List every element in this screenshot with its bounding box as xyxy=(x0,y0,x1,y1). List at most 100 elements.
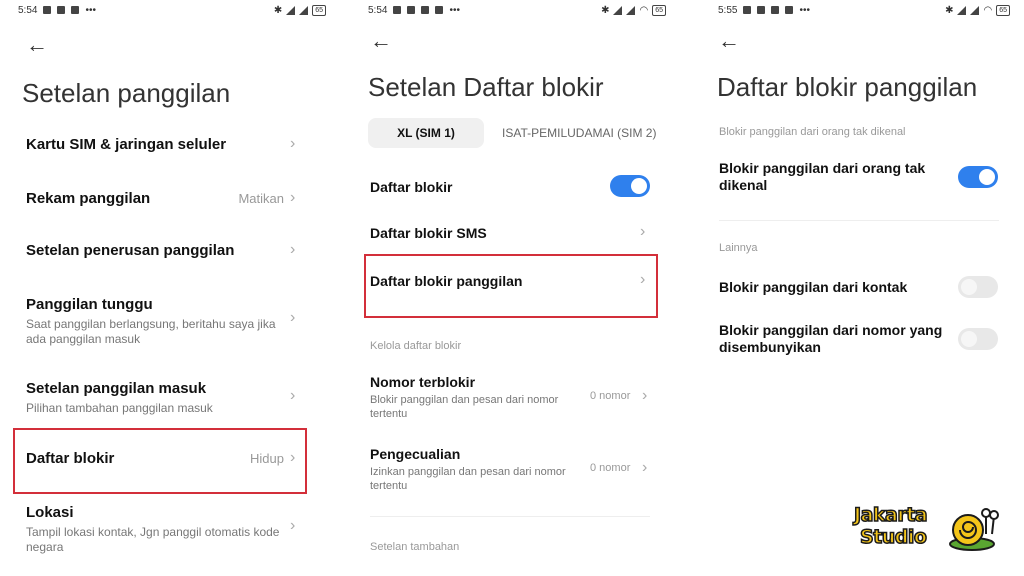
row-incoming-call-settings[interactable]: Setelan panggilan masuk Pilihan tambahan… xyxy=(0,372,340,422)
row-title: Panggilan tunggu xyxy=(26,296,153,313)
logo-text-line1: Jakarta xyxy=(853,503,928,527)
status-time: 5:55 xyxy=(718,4,738,16)
tab-sim-2[interactable]: ISAT-PEMILUDAMAI (SIM 2) xyxy=(502,118,656,148)
row-block-hidden[interactable]: Blokir panggilan dari nomor yang disembu… xyxy=(700,318,1024,362)
panel-call-block-list: 5:55 ••• ✱ ◠ 65 ← Daftar blokir panggila… xyxy=(700,0,1024,576)
row-title: Daftar blokir xyxy=(370,179,453,195)
row-value: 0 nomor xyxy=(590,390,631,402)
row-block-list[interactable]: Daftar blokir Hidup › xyxy=(0,438,340,480)
back-arrow-icon[interactable]: ← xyxy=(718,30,740,52)
row-subtitle: Saat panggilan berlangsung, beritahu say… xyxy=(26,317,276,346)
more-icon: ••• xyxy=(799,4,810,16)
snail-icon xyxy=(949,508,999,551)
status-time: 5:54 xyxy=(368,4,388,16)
row-title: Daftar blokir SMS xyxy=(370,225,487,241)
section-other-label: Lainnya xyxy=(719,242,758,254)
block-hidden-toggle[interactable] xyxy=(958,328,998,350)
row-subtitle: Blokir panggilan dan pesan dari nomor te… xyxy=(370,394,559,420)
notification-icon xyxy=(757,6,766,14)
row-call-waiting[interactable]: Panggilan tunggu Saat panggilan berlangs… xyxy=(0,286,340,350)
panel-call-settings: 5:54 ••• ✱ 65 ← Setelan panggilan Kartu … xyxy=(0,0,340,576)
battery-icon: 65 xyxy=(996,4,1010,16)
back-arrow-icon[interactable]: ← xyxy=(370,30,392,52)
row-sms-block-list[interactable]: Daftar blokir SMS › xyxy=(350,214,680,254)
page-title: Daftar blokir panggilan xyxy=(717,72,978,102)
block-unknown-toggle[interactable] xyxy=(958,166,998,188)
status-bar: 5:55 ••• ✱ ◠ 65 xyxy=(718,2,1010,18)
jakarta-studio-logo: Jakarta Studio xyxy=(852,500,1002,556)
tab-sim-1[interactable]: XL (SIM 1) xyxy=(368,118,484,148)
signal-icon xyxy=(299,5,309,15)
notification-icon xyxy=(407,6,416,14)
row-subtitle: Pilihan tambahan panggilan masuk xyxy=(26,401,213,415)
divider xyxy=(370,516,650,517)
section-extra-label: Setelan tambahan xyxy=(370,541,460,553)
row-title: Daftar blokir panggilan xyxy=(370,273,523,289)
signal-icon xyxy=(970,5,980,15)
notification-icon xyxy=(785,6,794,14)
bluetooth-icon: ✱ xyxy=(601,4,610,16)
wifi-icon: ◠ xyxy=(983,4,993,16)
row-subtitle: Tampil lokasi kontak, Jgn panggil otomat… xyxy=(26,525,280,554)
notification-icon xyxy=(771,6,780,14)
row-title: Lokasi xyxy=(26,504,74,521)
chevron-right-icon: › xyxy=(642,387,648,404)
alarm-off-icon xyxy=(393,6,402,14)
signal-icon xyxy=(626,5,636,15)
row-title: Pengecualian xyxy=(370,446,461,462)
row-exceptions[interactable]: Pengecualian Izinkan panggilan dan pesan… xyxy=(350,440,680,500)
row-block-list-toggle[interactable]: Daftar blokir xyxy=(350,168,680,208)
logo-text-line2: Studio xyxy=(859,525,927,549)
page-title: Setelan Daftar blokir xyxy=(368,72,604,102)
chevron-right-icon: › xyxy=(640,271,646,288)
row-call-block-list[interactable]: Daftar blokir panggilan › xyxy=(350,262,680,302)
chevron-right-icon: › xyxy=(290,135,296,152)
row-title: Setelan penerusan panggilan xyxy=(26,242,235,259)
chevron-right-icon: › xyxy=(642,459,648,476)
status-time: 5:54 xyxy=(18,4,38,16)
row-call-forwarding[interactable]: Setelan penerusan panggilan › xyxy=(0,232,340,272)
divider xyxy=(719,220,999,221)
section-manage-label: Kelola daftar blokir xyxy=(370,340,462,352)
notification-icon xyxy=(435,6,444,14)
row-block-unknown[interactable]: Blokir panggilan dari orang tak dikenal xyxy=(700,156,1024,202)
row-blocked-numbers[interactable]: Nomor terblokir Blokir panggilan dan pes… xyxy=(350,368,680,428)
status-bar: 5:54 ••• ✱ ◠ 65 xyxy=(368,2,666,18)
chevron-right-icon: › xyxy=(290,241,296,258)
notification-icon xyxy=(71,6,80,14)
alarm-off-icon xyxy=(743,6,752,14)
panel-block-list-settings: 5:54 ••• ✱ ◠ 65 ← Setelan Daftar blokir … xyxy=(350,0,680,576)
back-arrow-icon[interactable]: ← xyxy=(26,34,48,56)
signal-icon xyxy=(286,5,296,15)
bluetooth-icon: ✱ xyxy=(945,4,954,16)
row-title: Blokir panggilan dari orang tak dikenal xyxy=(719,160,926,193)
row-title: Daftar blokir xyxy=(26,450,115,467)
section-unknown-label: Blokir panggilan dari orang tak dikenal xyxy=(719,126,906,138)
wifi-icon: ◠ xyxy=(639,4,649,16)
signal-icon xyxy=(957,5,967,15)
row-location[interactable]: Lokasi Tampil lokasi kontak, Jgn panggil… xyxy=(0,496,340,560)
bluetooth-icon: ✱ xyxy=(273,4,283,16)
notification-icon xyxy=(57,6,66,14)
chevron-right-icon: › xyxy=(290,309,296,326)
more-icon: ••• xyxy=(85,4,96,16)
block-list-toggle[interactable] xyxy=(610,175,650,197)
row-value: Matikan xyxy=(238,191,284,206)
chevron-right-icon: › xyxy=(640,223,646,240)
row-block-contacts[interactable]: Blokir panggilan dari kontak xyxy=(700,270,1024,304)
chevron-right-icon: › xyxy=(290,189,296,206)
row-value: Hidup xyxy=(250,451,284,466)
signal-icon xyxy=(613,5,623,15)
block-contacts-toggle[interactable] xyxy=(958,276,998,298)
row-sim-network[interactable]: Kartu SIM & jaringan seluler › xyxy=(0,126,340,166)
row-value: 0 nomor xyxy=(590,462,631,474)
chevron-right-icon: › xyxy=(290,449,296,466)
chevron-right-icon: › xyxy=(290,517,296,534)
page-title: Setelan panggilan xyxy=(22,78,231,108)
alarm-off-icon xyxy=(43,6,52,14)
row-title: Blokir panggilan dari nomor yang disembu… xyxy=(719,322,943,355)
battery-icon: 65 xyxy=(652,4,666,16)
row-title: Nomor terblokir xyxy=(370,374,476,390)
battery-icon: 65 xyxy=(312,4,326,16)
row-call-recording[interactable]: Rekam panggilan Matikan › xyxy=(0,180,340,220)
